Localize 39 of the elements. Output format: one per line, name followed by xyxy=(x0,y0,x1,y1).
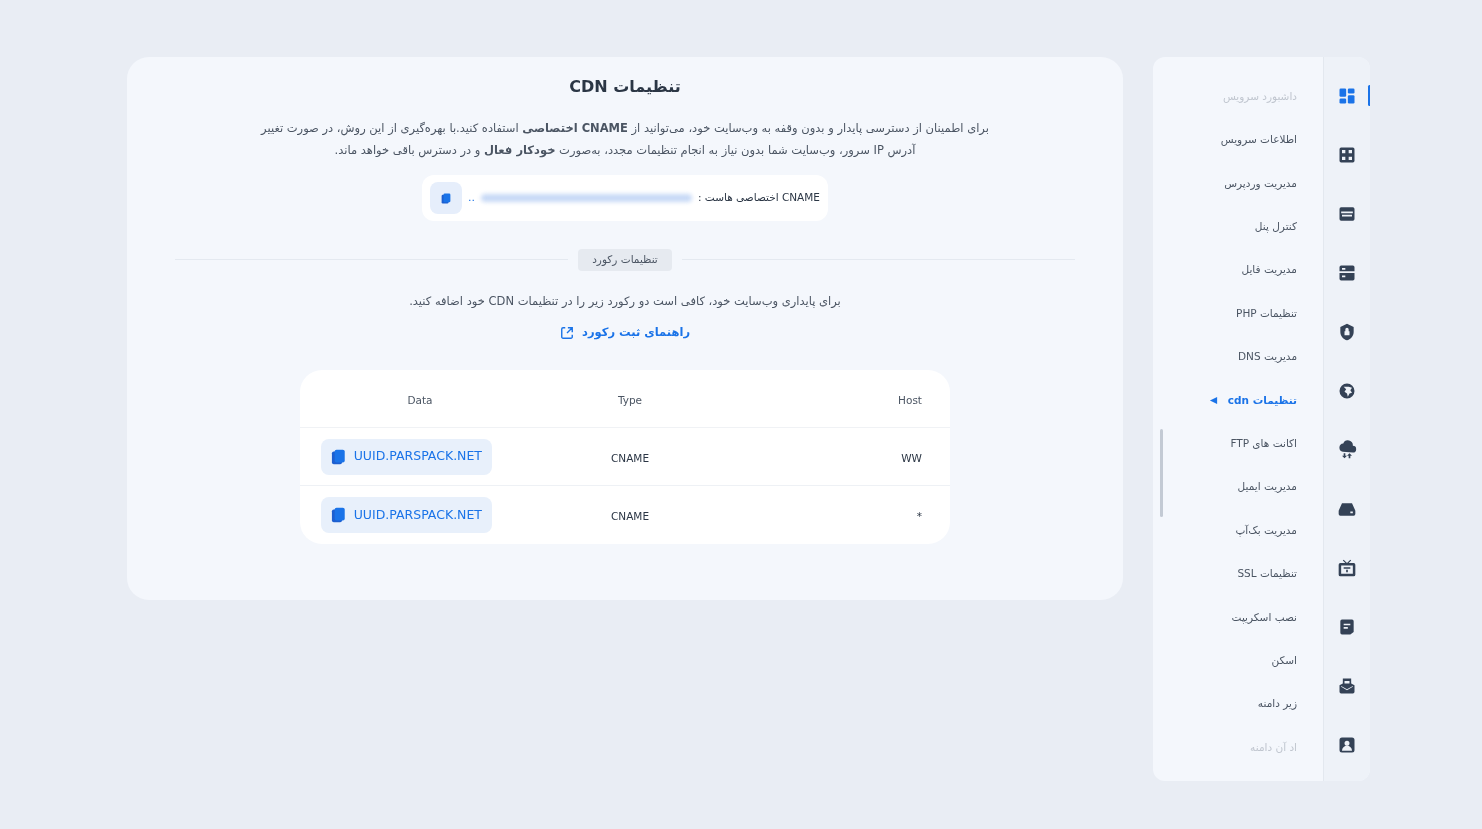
copy-data-button[interactable]: UUID.PARSPACK.NET xyxy=(321,438,492,475)
table-cell: CNAME xyxy=(610,510,650,523)
copy-icon xyxy=(331,506,346,525)
page-title: تنظیمات CDN xyxy=(569,76,681,98)
sidebar-item[interactable]: اطلاعات سرویس xyxy=(1220,132,1297,148)
column-header: Data xyxy=(407,393,433,406)
cname-value-dots: .. xyxy=(468,189,475,206)
intro-text: برای اطمینان از دسترسی پایدار و بدون وقفه به وب‌سایت خود، می‌توانید از CNAME اختصاصی استفاده کنید.با بهره‌گیری از این روش، در صورت تغییر آدرس IP سرور، وب‌سایت شما بدون نیاز به انجام تنظیمات مجدد، به‌صورت خودکار فعال و در دسترس باقی خواهد ماند. xyxy=(259,120,990,160)
table-cell: * xyxy=(916,510,922,523)
section-label: تنظیمات رکورد xyxy=(578,249,672,271)
pointer-triangle-icon xyxy=(1208,395,1218,405)
sidebar-item[interactable]: مدیریت DNS xyxy=(1237,349,1297,365)
shield-lock-icon[interactable] xyxy=(1337,321,1357,342)
sidebar-item[interactable]: مدیریت وردپرس xyxy=(1224,175,1297,192)
sidebar-item[interactable]: مدیریت بک‌آپ xyxy=(1235,522,1297,539)
sidebar-item[interactable]: تنظیمات cdn xyxy=(1227,392,1297,409)
sidebar-item[interactable]: اسکن xyxy=(1271,652,1297,669)
guide-link[interactable]: راهنمای ثبت رکورد xyxy=(560,324,691,342)
column-header: Type xyxy=(617,393,643,406)
sidebar-item[interactable]: مدیریت فایل xyxy=(1241,262,1297,279)
sidebar-item[interactable]: مدیریت ایمیل xyxy=(1237,479,1297,496)
sidebar-item[interactable]: نصب اسکریپت xyxy=(1231,609,1297,626)
sidebar-item[interactable]: زیر دامنه xyxy=(1257,696,1297,713)
copy-button[interactable] xyxy=(430,182,462,214)
table-cell: CNAME xyxy=(610,451,650,464)
cloud-transfer-icon[interactable] xyxy=(1337,439,1357,460)
external-link-icon xyxy=(560,325,574,340)
hint-text: برای پایداری وب‌سایت خود، کافی است دو رکورد زیر را در تنظیمات CDN خود اضافه کنید. xyxy=(409,292,841,310)
column-header: Host xyxy=(898,393,922,406)
tv-icon[interactable] xyxy=(1337,557,1357,578)
copy-data-button[interactable]: UUID.PARSPACK.NET xyxy=(321,497,492,534)
copy-icon xyxy=(441,191,451,205)
cname-label: CNAME اختصاصی هاست : xyxy=(698,190,820,206)
copy-icon xyxy=(331,447,346,466)
sidebar-item[interactable]: کنترل پنل xyxy=(1254,219,1297,235)
sidebar-item[interactable]: تنظیمات PHP xyxy=(1236,305,1297,322)
sidebar-item[interactable]: اکانت های FTP xyxy=(1230,435,1297,452)
sidebar-item[interactable]: تنظیمات SSL xyxy=(1237,566,1297,582)
table-cell: WW xyxy=(901,451,922,464)
